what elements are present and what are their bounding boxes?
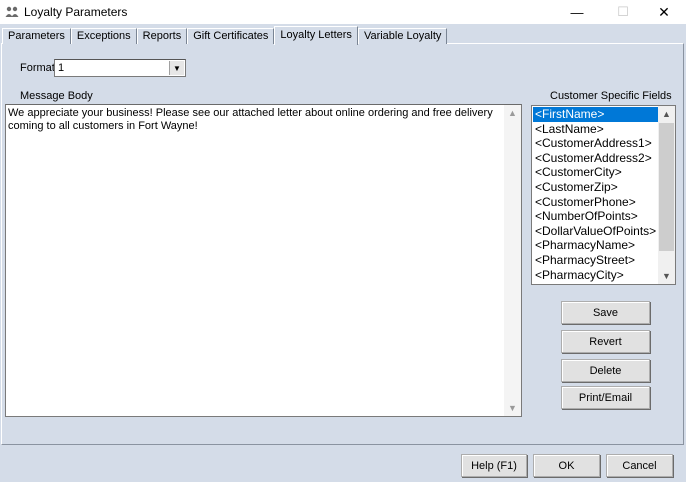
chevron-down-icon[interactable]: ▼: [169, 61, 184, 75]
minimize-button[interactable]: —: [554, 0, 600, 24]
message-body-textarea[interactable]: We appreciate your business! Please see …: [5, 104, 522, 417]
list-item[interactable]: <CustomerCity>: [533, 165, 660, 180]
tab-gift-certificates[interactable]: Gift Certificates: [187, 28, 275, 44]
message-body-text[interactable]: We appreciate your business! Please see …: [8, 107, 504, 133]
tab-reports[interactable]: Reports: [136, 28, 188, 44]
people-icon: [5, 6, 19, 17]
scroll-down-icon[interactable]: ▼: [658, 268, 675, 284]
format-label: Format:: [20, 62, 58, 74]
tab-exceptions[interactable]: Exceptions: [70, 28, 137, 44]
list-item[interactable]: <PharmacyName>: [533, 238, 660, 253]
cancel-button[interactable]: Cancel: [606, 454, 673, 477]
list-item[interactable]: <DollarValueOfPoints>: [533, 224, 660, 239]
list-item[interactable]: <CustomerAddress1>: [533, 136, 660, 151]
customer-fields-scrollbar[interactable]: ▲ ▼: [658, 106, 675, 284]
list-item[interactable]: <FirstName>: [533, 107, 660, 122]
message-body-label: Message Body: [20, 90, 93, 102]
help-button[interactable]: Help (F1): [461, 454, 527, 477]
scrollbar-thumb[interactable]: [659, 123, 674, 251]
tab-variable-loyalty[interactable]: Variable Loyalty: [357, 28, 448, 44]
print-email-button[interactable]: Print/Email: [561, 386, 650, 409]
close-button[interactable]: ✕: [642, 0, 686, 24]
format-value: 1: [58, 62, 65, 74]
maximize-button[interactable]: ☐: [600, 0, 646, 24]
save-button[interactable]: Save: [561, 301, 650, 324]
dialog-client-area: Parameters Exceptions Reports Gift Certi…: [0, 24, 686, 482]
message-body-scrollbar[interactable]: ▲ ▼: [504, 105, 521, 416]
scroll-up-icon[interactable]: ▲: [504, 105, 521, 121]
list-item[interactable]: <PharmacyStreet>: [533, 253, 660, 268]
delete-button[interactable]: Delete: [561, 359, 650, 382]
list-item[interactable]: <CustomerPhone>: [533, 195, 660, 210]
list-item[interactable]: <CustomerZip>: [533, 180, 660, 195]
tab-bar: Parameters Exceptions Reports Gift Certi…: [2, 26, 448, 45]
tab-loyalty-letters[interactable]: Loyalty Letters: [274, 26, 358, 45]
title-bar: Loyalty Parameters — ☐ ✕: [0, 0, 686, 24]
window-title: Loyalty Parameters: [24, 5, 128, 19]
customer-fields-label: Customer Specific Fields: [550, 90, 672, 102]
tab-parameters[interactable]: Parameters: [2, 28, 71, 44]
list-item[interactable]: <CustomerAddress2>: [533, 151, 660, 166]
list-item[interactable]: <LastName>: [533, 122, 660, 137]
list-item[interactable]: <PharmacyCity>: [533, 268, 660, 283]
list-item[interactable]: <NumberOfPoints>: [533, 209, 660, 224]
customer-fields-list[interactable]: <FirstName> <LastName> <CustomerAddress1…: [531, 105, 676, 285]
scroll-down-icon[interactable]: ▼: [504, 400, 521, 416]
scroll-up-icon[interactable]: ▲: [658, 106, 675, 122]
revert-button[interactable]: Revert: [561, 330, 650, 353]
ok-button[interactable]: OK: [533, 454, 600, 477]
format-dropdown[interactable]: 1 ▼: [54, 59, 186, 77]
